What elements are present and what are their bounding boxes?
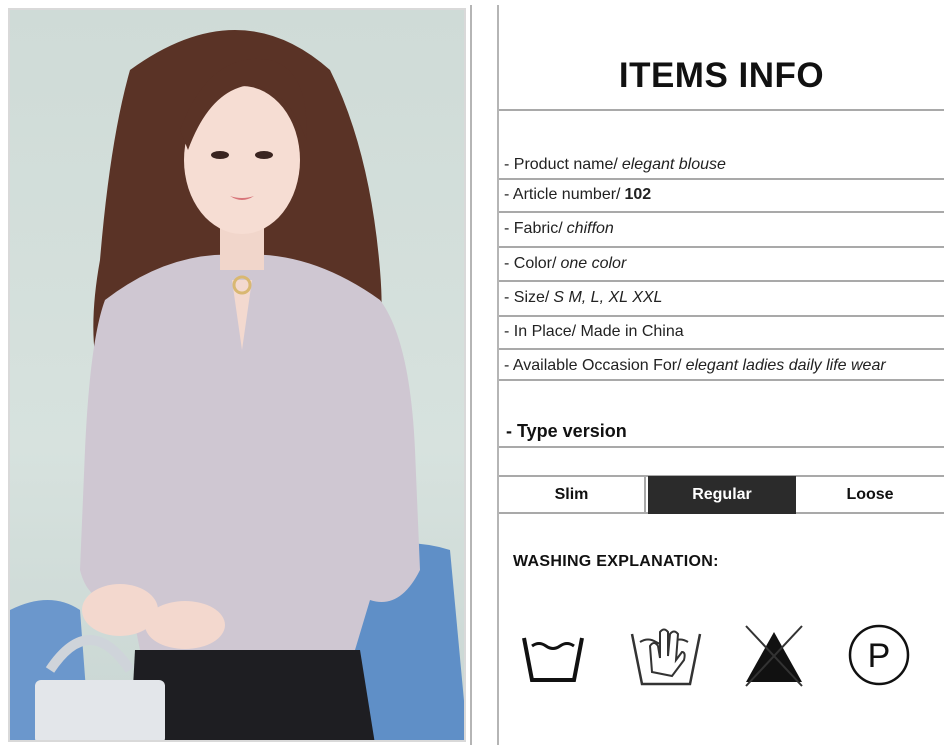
type-version-title: - Type version (506, 421, 627, 441)
spec-value: S M, L, XL XXL (553, 289, 663, 306)
table-rule (499, 315, 944, 317)
washing-title: WASHING EXPLANATION: (513, 553, 719, 570)
spec-row-occasion: - Available Occasion For/elegant ladies … (504, 357, 886, 375)
page-title: ITEMS INFO (618, 56, 825, 95)
spec-value: 102 (624, 186, 652, 203)
spec-value: chiffon (566, 220, 614, 237)
divider-left (470, 5, 472, 745)
spec-row-product-name: - Product name/elegant blouse (504, 156, 726, 174)
spec-label: - In Place/ Made in China (504, 323, 684, 340)
model-illustration (10, 30, 464, 740)
spec-label: - Available Occasion For/ (504, 357, 682, 374)
spec-row-in-place: - In Place/ Made in China (504, 323, 684, 341)
spec-label: - Size/ (504, 289, 550, 306)
table-rule (499, 109, 944, 111)
type-option-slim[interactable]: Slim (499, 476, 646, 514)
spec-value: elegant ladies daily life wear (685, 357, 886, 374)
machine-wash-icon (518, 618, 588, 693)
hand-wash-icon (626, 612, 706, 697)
type-option-loose[interactable]: Loose (796, 476, 944, 514)
dry-clean-p-icon: P (847, 622, 911, 693)
type-option-regular[interactable]: Regular (648, 476, 796, 514)
table-rule (499, 379, 944, 381)
product-info-card: ITEMS INFO - Product name/elegant blouse… (0, 0, 950, 752)
product-photo (8, 8, 466, 742)
spec-label: - Fabric/ (504, 220, 563, 237)
spec-row-fabric: - Fabric/chiffon (504, 220, 614, 238)
do-not-bleach-icon (742, 622, 806, 693)
spec-row-color: - Color/one color (504, 255, 626, 273)
spec-label: - Article number/ (504, 186, 621, 203)
table-rule (499, 348, 944, 350)
table-rule (499, 211, 944, 213)
spec-label: - Color/ (504, 255, 557, 272)
spec-value: elegant blouse (621, 156, 726, 173)
table-rule (499, 178, 944, 180)
dry-clean-letter: P (868, 637, 891, 675)
spec-label: - Product name/ (504, 156, 618, 173)
table-rule (499, 280, 944, 282)
spec-row-size: - Size/S M, L, XL XXL (504, 289, 662, 307)
table-rule (499, 246, 944, 248)
table-rule (499, 446, 944, 448)
spec-value: one color (560, 255, 627, 272)
spec-row-article-number: - Article number/102 (504, 186, 651, 204)
